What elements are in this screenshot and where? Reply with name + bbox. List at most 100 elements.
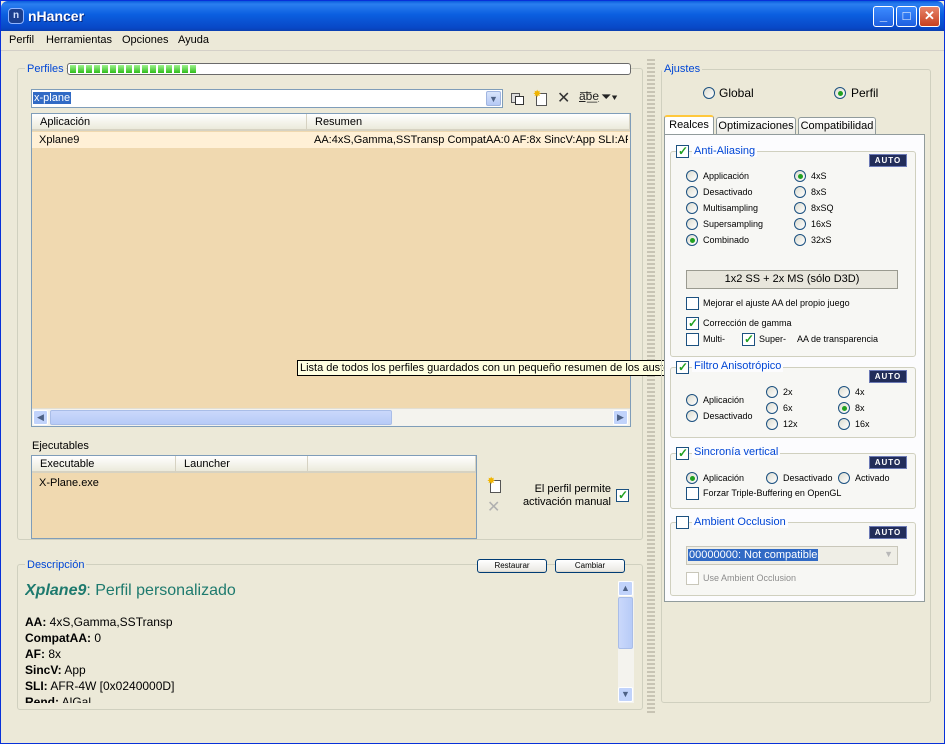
maximize-button[interactable]: □: [896, 6, 917, 27]
menu-herramientas[interactable]: Herramientas: [46, 34, 112, 46]
add-executable-icon[interactable]: ✸: [487, 476, 503, 494]
horizontal-scrollbar[interactable]: ◀ ▶: [32, 408, 630, 426]
description-value: AlGal: [59, 695, 92, 703]
gamma-correction-checkbox[interactable]: [686, 316, 699, 330]
close-button[interactable]: ✕: [919, 6, 940, 27]
minimize-button[interactable]: _: [873, 6, 894, 27]
remove-executable-icon[interactable]: ✕: [487, 497, 500, 517]
description-lines: AA: 4xS,Gamma,SSTransp CompatAA: 0 AF: 8x S…: [25, 614, 617, 703]
aa-mode-3-radio[interactable]: [686, 218, 698, 230]
scroll-left-icon[interactable]: ◀: [33, 410, 48, 425]
aa-mode-4-label: Combinado: [703, 235, 750, 245]
aa-level-4-radio[interactable]: [794, 234, 806, 246]
af-off-radio[interactable]: [686, 410, 698, 422]
scroll-up-icon[interactable]: ▲: [618, 581, 633, 596]
vsync-off-radio[interactable]: [766, 472, 778, 484]
chevron-down-icon[interactable]: ▼: [884, 549, 893, 559]
vsync-on-radio[interactable]: [838, 472, 850, 484]
aa-mode-1-label: Desactivado: [703, 187, 753, 197]
aa-mode-2-radio[interactable]: [686, 202, 698, 214]
triple-buffering-checkbox[interactable]: [686, 487, 699, 500]
tab-optimizaciones[interactable]: Optimizaciones: [716, 117, 796, 135]
aa-level-2-radio[interactable]: [794, 202, 806, 214]
aa-mode-0-radio[interactable]: [686, 170, 698, 182]
description-line: Rend: AlGal: [25, 694, 617, 703]
ao-title: Ambient Occlusion: [692, 516, 788, 528]
aa-level-1-radio[interactable]: [794, 186, 806, 198]
af-app-radio[interactable]: [686, 394, 698, 406]
executables-label: Ejecutables: [32, 440, 89, 452]
af-level-0-radio[interactable]: [766, 386, 778, 398]
profiles-legend: Perfiles: [25, 63, 66, 75]
column-header-launcher[interactable]: Launcher: [176, 456, 308, 473]
change-button[interactable]: Cambiar: [555, 559, 625, 573]
vsync-app-label: Aplicación: [703, 473, 745, 483]
progress-segment: [118, 65, 124, 73]
antialiasing-auto-badge[interactable]: AUTO: [869, 154, 907, 167]
af-level-3-radio[interactable]: [838, 402, 850, 414]
menu-perfil[interactable]: Perfil: [9, 34, 34, 46]
use-ao-checkbox[interactable]: [686, 572, 699, 585]
af-level-1-radio[interactable]: [838, 386, 850, 398]
multi-transparency-checkbox[interactable]: [686, 333, 699, 346]
aa-level-3-radio[interactable]: [794, 218, 806, 230]
af-level-2-radio[interactable]: [766, 402, 778, 414]
rename-profile-icon[interactable]: a͞b͟e: [579, 89, 599, 103]
column-header-application[interactable]: Aplicación: [32, 114, 307, 131]
vsync-app-radio[interactable]: [686, 472, 698, 484]
tab-realces[interactable]: Realces: [664, 115, 714, 135]
column-header-summary[interactable]: Resumen: [307, 114, 630, 131]
af-level-4-radio[interactable]: [766, 418, 778, 430]
multi-label: Multi-: [703, 334, 725, 344]
scroll-thumb[interactable]: [618, 597, 633, 649]
delete-profile-icon[interactable]: ✕: [557, 88, 570, 108]
anisotropic-checkbox[interactable]: [676, 360, 689, 374]
af-level-5-radio[interactable]: [838, 418, 850, 430]
af-level-0-label: 2x: [783, 387, 793, 397]
aa-mode-4-radio[interactable]: [686, 234, 698, 246]
new-profile-icon[interactable]: ✸: [533, 89, 549, 107]
scroll-thumb[interactable]: [50, 410, 392, 425]
scope-profile-label: Perfil: [851, 86, 879, 100]
chevron-down-icon[interactable]: ▼: [486, 91, 501, 106]
super-transparency-checkbox[interactable]: [742, 332, 755, 346]
ao-combo[interactable]: 00000000: Not compatible ▼: [686, 546, 898, 565]
antialiasing-checkbox[interactable]: [676, 144, 689, 158]
column-header-executable[interactable]: Executable: [32, 456, 176, 473]
improve-aa-label: Mejorar el ajuste AA del propio juego: [703, 298, 850, 308]
description-line: AA: 4xS,Gamma,SSTransp: [25, 614, 617, 630]
menu-opciones[interactable]: Opciones: [122, 34, 168, 46]
vsync-on-label: Activado: [855, 473, 890, 483]
vertical-scrollbar[interactable]: ▲ ▼: [618, 581, 634, 703]
copy-profile-icon[interactable]: [510, 90, 526, 106]
ao-auto-badge[interactable]: AUTO: [869, 526, 907, 539]
restore-button[interactable]: Restaurar: [477, 559, 547, 573]
manual-activation-label: El perfil permite activación manual: [522, 483, 611, 508]
menu-ayuda[interactable]: Ayuda: [178, 34, 209, 46]
profile-combo[interactable]: x-plane ▼: [31, 89, 503, 108]
scope-profile-radio[interactable]: [834, 87, 846, 99]
manual-activation-checkbox[interactable]: [616, 488, 629, 502]
filter-icon[interactable]: ⏷▾: [601, 89, 618, 105]
aa-mode-1-radio[interactable]: [686, 186, 698, 198]
table-row[interactable]: Xplane9 AA:4xS,Gamma,SSTransp CompatAA:0…: [32, 132, 630, 148]
aa-level-0-radio[interactable]: [794, 170, 806, 182]
vsync-auto-badge[interactable]: AUTO: [869, 456, 907, 469]
splitter[interactable]: [647, 59, 655, 715]
anisotropic-auto-badge[interactable]: AUTO: [869, 370, 907, 383]
transparency-aa-label: AA de transparencia: [797, 334, 879, 344]
row-app: Xplane9: [39, 134, 80, 146]
description-value: App: [61, 663, 86, 677]
title-bar[interactable]: n nHancer _ □ ✕: [1, 1, 944, 31]
scroll-down-icon[interactable]: ▼: [618, 687, 633, 702]
vsync-checkbox[interactable]: [676, 446, 689, 460]
progress-segment: [110, 65, 116, 73]
description-line: AF: 8x: [25, 646, 617, 662]
improve-aa-checkbox[interactable]: [686, 297, 699, 310]
scroll-right-icon[interactable]: ▶: [613, 410, 628, 425]
column-header-empty: [308, 456, 476, 473]
ao-checkbox[interactable]: [676, 516, 689, 529]
scope-global-radio[interactable]: [703, 87, 715, 99]
table-row[interactable]: X-Plane.exe: [32, 475, 476, 491]
tab-compatibilidad[interactable]: Compatibilidad: [798, 117, 876, 135]
